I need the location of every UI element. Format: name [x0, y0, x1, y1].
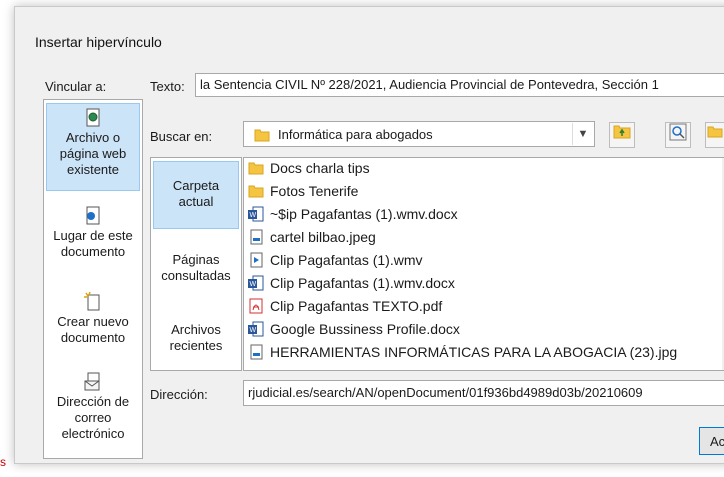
file-web-icon — [86, 108, 100, 127]
nav-email-address[interactable]: Dirección de correo electrónico — [46, 372, 140, 442]
link-to-panel: Archivo o página web existente Lugar de … — [43, 99, 143, 459]
browse-location-panel: Carpeta actual Páginas consultadas Archi… — [150, 157, 242, 371]
list-item[interactable]: W Clip Pagafantas (1).wmv.docx — [248, 273, 455, 293]
look-in-label: Buscar en: — [150, 129, 213, 144]
chevron-down-icon[interactable]: ▼ — [719, 382, 724, 404]
nav-item-label: Lugar de este documento — [53, 228, 133, 259]
dialog-title: Insertar hipervínculo — [35, 34, 162, 50]
list-item[interactable]: cartel bilbao.jpeg — [248, 227, 376, 247]
list-item[interactable]: W Google Bussiness Profile.docx — [248, 319, 460, 339]
list-item[interactable]: Docs charla tips — [248, 158, 370, 178]
word-icon: W — [248, 321, 264, 337]
address-value: rjudicial.es/search/AN/openDocument/01f9… — [248, 385, 643, 400]
list-item[interactable]: Clip Pagafantas TEXTO.pdf — [248, 296, 442, 316]
browse-file-button[interactable] — [705, 122, 724, 148]
svg-text:W: W — [250, 281, 257, 288]
look-in-dropdown[interactable]: Informática para abogados ▼ — [243, 121, 595, 147]
list-item[interactable]: Fotos Tenerife — [248, 181, 358, 201]
image-file-icon — [250, 344, 263, 360]
list-item[interactable]: W ~$ip Pagafantas (1).wmv.docx — [248, 204, 458, 224]
browse-web-button[interactable] — [665, 122, 691, 148]
link-to-label: Vincular a: — [45, 79, 107, 94]
accept-button[interactable]: Ac — [699, 427, 724, 455]
image-file-icon — [250, 229, 263, 245]
text-label: Texto: — [150, 79, 185, 94]
tab-browsed-pages[interactable]: Páginas consultadas — [153, 252, 239, 284]
document-place-icon — [86, 206, 100, 225]
folder-icon — [248, 162, 264, 175]
word-icon: W — [248, 275, 264, 291]
pdf-icon — [249, 298, 263, 314]
look-in-value: Informática para abogados — [278, 127, 433, 142]
nav-item-label: Dirección de correo electrónico — [56, 394, 130, 441]
sub-item-label: Archivos recientes — [169, 322, 223, 353]
sub-item-label: Páginas consultadas — [161, 252, 231, 283]
file-name: HERRAMIENTAS INFORMÁTICAS PARA LA ABOGAC… — [270, 344, 678, 360]
address-label: Dirección: — [150, 387, 208, 402]
svg-text:W: W — [250, 212, 257, 219]
file-name: Clip Pagafantas (1).wmv.docx — [270, 275, 455, 291]
globe-search-icon — [669, 123, 687, 141]
tab-current-folder[interactable]: Carpeta actual — [153, 161, 239, 229]
insert-hyperlink-dialog: Insertar hipervínculo Vincular a: Texto:… — [14, 6, 724, 464]
file-name: Fotos Tenerife — [270, 183, 359, 199]
text-to-display-input[interactable]: la Sentencia CIVIL Nº 228/2021, Audienci… — [195, 73, 724, 97]
nav-existing-file-or-web[interactable]: Archivo o página web existente — [46, 103, 140, 191]
nav-item-label: Crear nuevo documento — [57, 314, 129, 345]
nav-create-new-document[interactable]: Crear nuevo documento — [46, 292, 140, 346]
background-document-text: s — [0, 455, 6, 469]
file-name: Docs charla tips — [270, 160, 370, 176]
word-icon: W — [248, 206, 264, 222]
file-name: Google Bussiness Profile.docx — [270, 321, 460, 337]
folder-up-icon — [613, 125, 631, 139]
open-folder-icon — [707, 126, 723, 138]
tab-recent-files[interactable]: Archivos recientes — [153, 322, 239, 354]
file-list[interactable]: Docs charla tips Fotos Tenerife W ~$ip Pa… — [243, 157, 724, 371]
file-name: Clip Pagafantas (1).wmv — [270, 252, 423, 268]
address-input[interactable]: rjudicial.es/search/AN/openDocument/01f9… — [243, 380, 724, 406]
folder-icon — [248, 185, 264, 198]
chevron-down-icon[interactable]: ▼ — [572, 123, 593, 145]
video-file-icon — [250, 252, 263, 268]
file-name: ~$ip Pagafantas (1).wmv.docx — [270, 206, 458, 222]
nav-place-in-document[interactable]: Lugar de este documento — [46, 206, 140, 260]
new-document-icon — [84, 292, 100, 311]
svg-text:W: W — [250, 327, 257, 334]
list-item[interactable]: HERRAMIENTAS INFORMÁTICAS PARA LA ABOGAC… — [248, 342, 677, 362]
email-icon — [84, 372, 100, 391]
up-folder-button[interactable] — [609, 122, 635, 148]
list-item[interactable]: Clip Pagafantas (1).wmv — [248, 250, 423, 270]
sub-item-label: Carpeta actual — [172, 178, 220, 209]
file-name: cartel bilbao.jpeg — [270, 229, 376, 245]
nav-item-label: Archivo o página web existente — [59, 130, 127, 177]
file-name: Clip Pagafantas TEXTO.pdf — [270, 298, 443, 314]
folder-icon — [254, 129, 270, 142]
